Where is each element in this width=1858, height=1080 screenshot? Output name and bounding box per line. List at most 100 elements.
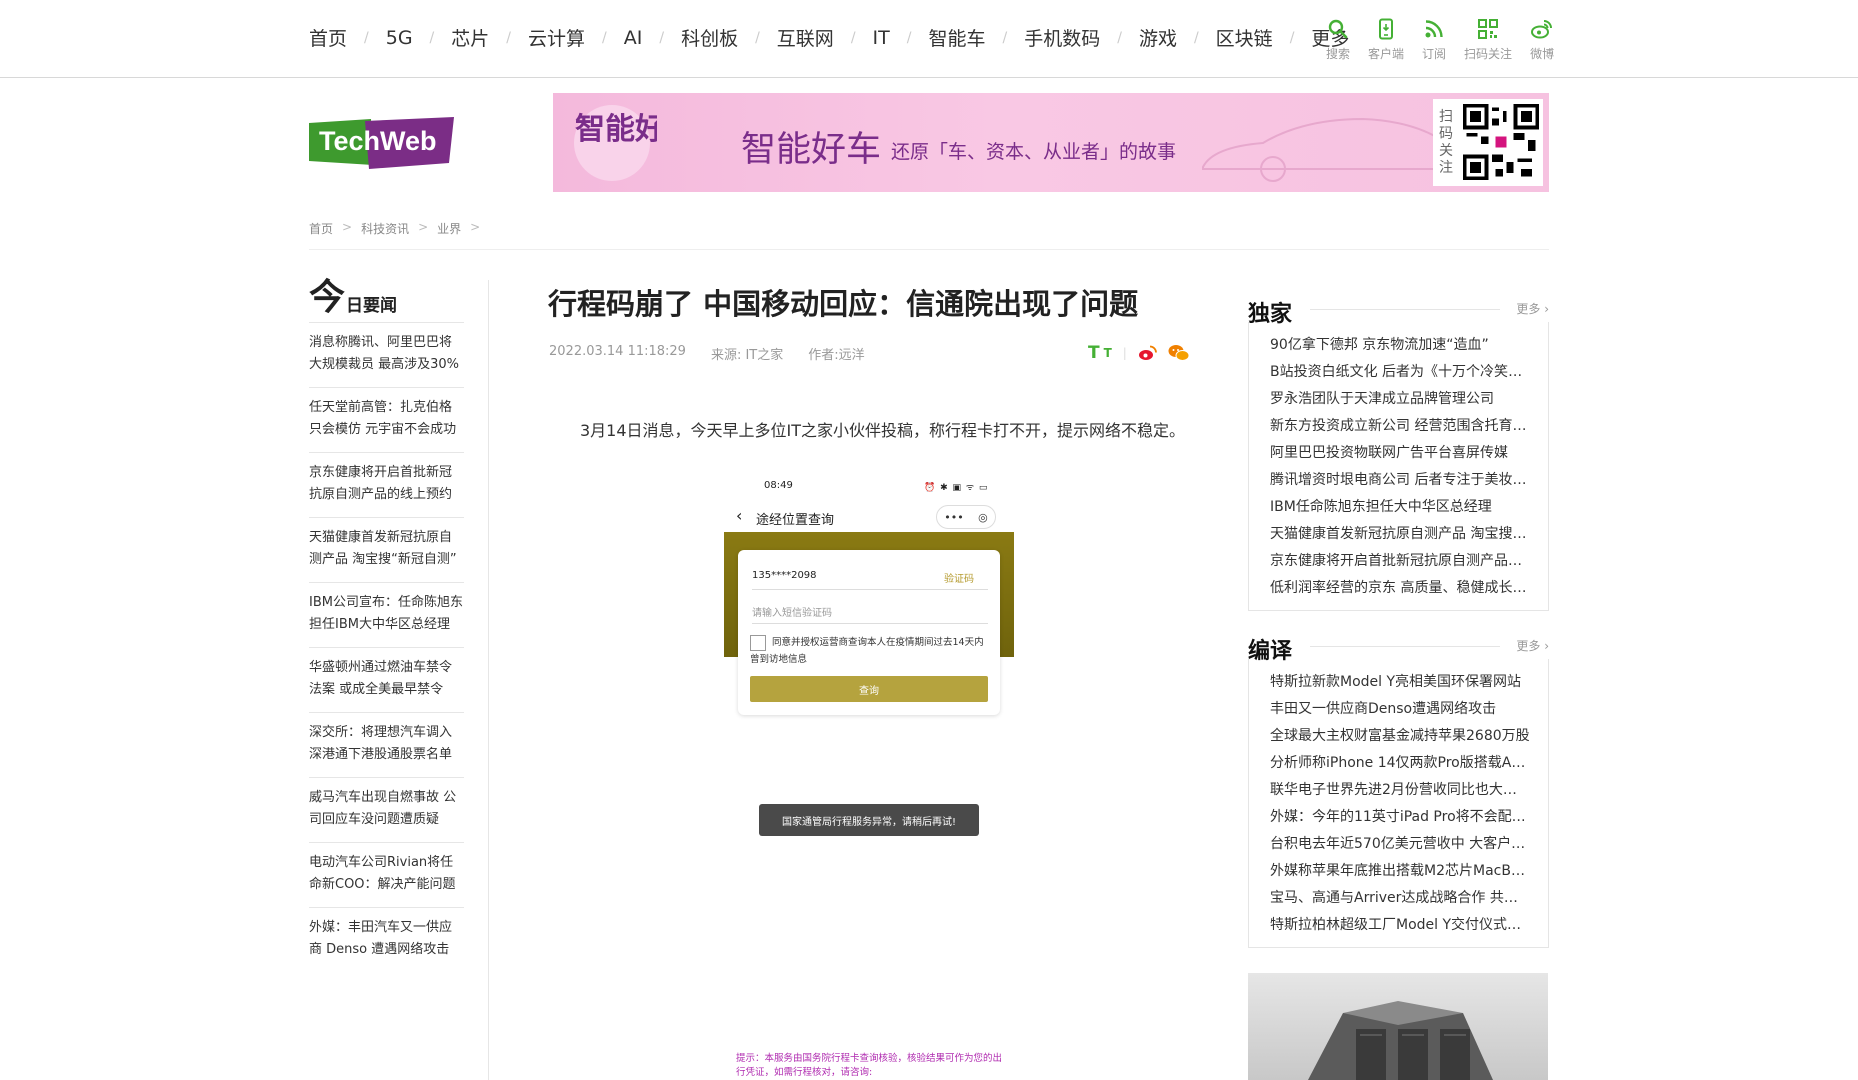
nav-item-ai[interactable]: AI [624, 27, 643, 49]
translation-item[interactable]: 外媒称苹果年底推出搭载M2芯片MacBook Pro [1270, 858, 1530, 885]
qrcode-tool[interactable]: 扫码关注 [1464, 18, 1512, 62]
nav-item-star-market[interactable]: 科创板 [681, 24, 738, 51]
client-tool[interactable]: 客户端 [1368, 18, 1404, 62]
font-size-large-button[interactable]: T [1088, 343, 1100, 363]
exclusive-item[interactable]: 天猫健康首发新冠抗原自测产品 淘宝搜索新冠自测 [1270, 521, 1530, 548]
divider [309, 249, 1549, 250]
nav-separator: / [1193, 29, 1199, 46]
translation-item[interactable]: 特斯拉柏林超级工厂Model Y交付仪式将举行 [1270, 912, 1530, 939]
today-news-item[interactable]: 深交所：将理想汽车调入深港通下港股通股票名单 [309, 713, 464, 778]
phone-tip-text: 提示：本服务由国务院行程卡查询核验，核验结果可作为您的出行凭证，如需行程核对，请… [736, 1053, 1003, 1078]
today-news-column: 今 日要闻 消息称腾讯、阿里巴巴将大规模裁员 最高涉及30% 任天堂前高管：扎克… [309, 280, 464, 973]
nav-item-games[interactable]: 游戏 [1139, 24, 1177, 51]
rss-tool-label: 订阅 [1422, 47, 1447, 61]
today-news-item[interactable]: 电动汽车公司Rivian将任命新COO：解决产能问题 [309, 843, 464, 908]
today-news-heading-small: 日要闻 [346, 296, 398, 316]
server-rack-illustration [1308, 1001, 1493, 1080]
today-news-item[interactable]: 京东健康将开启首批新冠抗原自测产品的线上预约 [309, 453, 464, 518]
exclusive-more-link[interactable]: 更多 › [1516, 300, 1549, 317]
checkbox-icon [750, 634, 766, 651]
today-news-item[interactable]: 华盛顿州通过燃油车禁令法案 或成全美最早禁令 [309, 648, 464, 713]
search-tool-label: 搜索 [1326, 47, 1351, 61]
translation-item[interactable]: 全球最大主权财富基金减持苹果2680万股 [1270, 723, 1530, 750]
exclusive-item[interactable]: 90亿拿下德邦 京东物流加速“造血” [1270, 332, 1530, 359]
weibo-share-icon[interactable] [1138, 345, 1158, 361]
exclusive-item[interactable]: 腾讯增资时垠电商公司 后者专注于美妆品牌 [1270, 467, 1530, 494]
today-news-item[interactable]: IBM公司宣布：任命陈旭东担任IBM大中华区总经理 [309, 583, 464, 648]
smart-car-logo-text: 智能好车 [575, 112, 657, 147]
weibo-tool[interactable]: 微博 [1530, 18, 1554, 62]
main-nav: 首页 / 5G / 芯片 / 云计算 / AI / 科创板 / 互联网 / IT… [309, 24, 1349, 51]
qrcode-tool-label: 扫码关注 [1464, 47, 1513, 61]
search-tool[interactable]: 搜索 [1326, 18, 1350, 62]
today-news-item[interactable]: 消息称腾讯、阿里巴巴将大规模裁员 最高涉及30% [309, 323, 464, 388]
rss-icon [1425, 20, 1443, 38]
today-news-item[interactable]: 外媒：丰田汽车又一供应商 Denso 遭遇网络攻击 [309, 908, 464, 973]
exclusive-header: 独家 更多 › [1248, 292, 1549, 327]
rss-tool[interactable]: 订阅 [1422, 18, 1446, 62]
nav-item-internet[interactable]: 互联网 [777, 24, 834, 51]
breadcrumb-tech-news[interactable]: 科技资讯 [361, 220, 409, 237]
today-news-heading-big: 今 [309, 277, 346, 318]
translation-item[interactable]: 联华电子世界先进2月份营收同比也大幅增长 [1270, 777, 1530, 804]
nav-separator: / [602, 29, 607, 46]
article-title: 行程码崩了 中国移动回应：信通院出现了问题 [548, 287, 1139, 321]
nav-item-chip[interactable]: 芯片 [451, 24, 489, 51]
phone-nav-bar: ‹ 途经位置查询 ••• ◎ [724, 502, 1014, 532]
nav-item-mobile-digital[interactable]: 手机数码 [1024, 24, 1100, 51]
article-screenshot: 08:49 ⏰ ✱ ▣ ᯤ ▭ ‹ 途经位置查询 ••• ◎ 135****20… [724, 472, 1014, 1080]
exclusive-item[interactable]: 阿里巴巴投资物联网广告平台喜屏传媒 [1270, 440, 1530, 467]
nav-item-cloud[interactable]: 云计算 [528, 24, 585, 51]
banner-title: 智能好车 [741, 130, 882, 170]
exclusive-item[interactable]: 罗永浩团队于天津成立品牌管理公司 [1270, 386, 1530, 413]
nav-item-home[interactable]: 首页 [309, 24, 347, 51]
translation-more-link[interactable]: 更多 › [1516, 637, 1549, 654]
exclusive-item[interactable]: B站投资白纸文化 后者为《十万个冷笑话》出品方 [1270, 359, 1530, 386]
nav-item-it[interactable]: IT [873, 27, 890, 49]
article-meta: 2022.03.14 11:18:29 来源: IT之家 作者:远洋 [549, 344, 890, 363]
breadcrumb-home[interactable]: 首页 [309, 220, 333, 237]
weibo-tool-label: 微博 [1530, 47, 1555, 61]
translation-item[interactable]: 外媒：今年的11英寸iPad Pro将不会配备mini LED [1270, 804, 1530, 831]
techweb-logo[interactable]: TechWeb [309, 117, 454, 171]
back-arrow-icon: ‹ [736, 506, 743, 525]
breadcrumb-separator: > [470, 220, 481, 234]
exclusive-item[interactable]: 京东健康将开启首批新冠抗原自测产品线上预约 [1270, 548, 1530, 575]
nav-separator: / [1002, 29, 1008, 46]
nav-item-smart-car[interactable]: 智能车 [928, 24, 985, 51]
nav-separator: / [850, 29, 856, 46]
today-news-item[interactable]: 威马汽车出现自燃事故 公司回应车没问题遭质疑 [309, 778, 464, 843]
exclusive-list: 90亿拿下德邦 京东物流加速“造血” B站投资白纸文化 后者为《十万个冷笑话》出… [1248, 322, 1549, 611]
exclusive-item[interactable]: 低利润率经营的京东 高质量、稳健成长之路 [1270, 575, 1530, 602]
today-news-item[interactable]: 天猫健康首发新冠抗原自测产品 淘宝搜“新冠自测” [309, 518, 464, 583]
top-navigation-bar: 首页 / 5G / 芯片 / 云计算 / AI / 科创板 / 互联网 / IT… [0, 0, 1858, 78]
nav-separator: / [506, 29, 511, 46]
breadcrumb-separator: > [342, 220, 353, 234]
nav-item-5g[interactable]: 5G [386, 27, 413, 49]
column-divider [488, 280, 489, 1080]
nav-separator: / [906, 29, 912, 46]
today-news-item[interactable]: 任天堂前高管：扎克伯格只会模仿 元宇宙不会成功 [309, 388, 464, 453]
exclusive-item[interactable]: 新东方投资成立新公司 经营范围含托育服务 [1270, 413, 1530, 440]
error-toast: 国家通管局行程服务异常，请稍后再试! [759, 804, 979, 836]
ad-banner[interactable]: 智能好车 智能好车 还原「车、资本、从业者」的故事 扫码关注 [553, 93, 1549, 192]
wechat-share-icon[interactable] [1168, 344, 1190, 362]
sms-code-field: 请输入短信验证码 [752, 598, 988, 624]
font-size-small-button[interactable]: T [1104, 346, 1112, 360]
article-paragraph: 3月14日消息，今天早上多位IT之家小伙伴投稿，称行程卡打不开，提示网络不稳定。 [580, 421, 1186, 440]
phone-query-card: 135****2098 验证码 请输入短信验证码 同意并授权运营商查询本人在疫情… [738, 550, 1000, 715]
nav-separator: / [429, 29, 435, 46]
search-icon [1328, 19, 1348, 39]
translation-item[interactable]: 丰田又一供应商Denso遭遇网络攻击 [1270, 696, 1530, 723]
phone-nav-title: 途经位置查询 [756, 513, 835, 528]
translation-item[interactable]: 分析师称iPhone 14仅两款Pro版搭载A16芯片 [1270, 750, 1530, 777]
nav-item-blockchain[interactable]: 区块链 [1216, 24, 1273, 51]
exclusive-title: 独家 [1248, 302, 1293, 327]
breadcrumb-industry[interactable]: 业界 [437, 220, 461, 237]
translation-item[interactable]: 台积电去年近570亿美元营收中 大客户贡献多 [1270, 831, 1530, 858]
translation-item[interactable]: 宝马、高通与Arriver达成战略合作 共同开发自动驾驶 [1270, 885, 1530, 912]
server-rack-image[interactable] [1248, 973, 1548, 1080]
translation-item[interactable]: 特斯拉新款Model Y亮相美国环保署网站 [1270, 669, 1530, 696]
banner-subtitle: 还原「车、资本、从业者」的故事 [891, 141, 1177, 163]
exclusive-item[interactable]: IBM任命陈旭东担任大中华区总经理 [1270, 494, 1530, 521]
